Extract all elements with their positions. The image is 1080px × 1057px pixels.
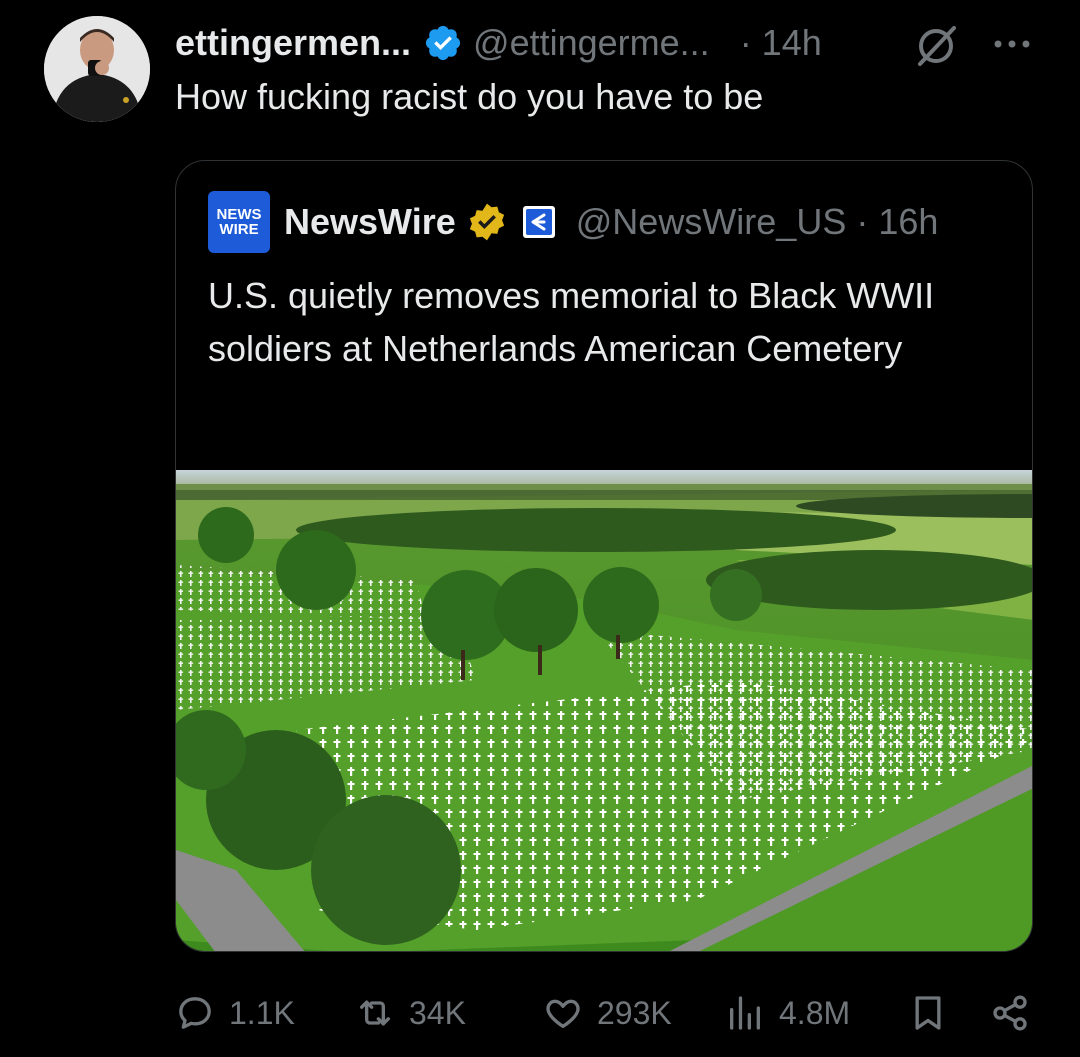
share-icon: [993, 995, 1027, 1031]
quoted-handle-time[interactable]: @NewsWire_US · 16h: [576, 201, 939, 243]
timestamp[interactable]: · 14h: [740, 22, 822, 64]
gold-badge-icon: [469, 203, 504, 241]
affiliate-badge-icon[interactable]: [522, 205, 556, 239]
grok-icon[interactable]: [912, 22, 960, 70]
tweet-header: ettingermen... @ettingerme... · 14h: [175, 20, 822, 66]
repost-icon: [360, 1000, 390, 1026]
action-bar: 1.1K 34K 293K 4.8M: [0, 985, 1080, 1045]
bookmark-button[interactable]: [908, 985, 962, 1041]
bookmark-icon: [915, 996, 941, 1030]
share-button[interactable]: [990, 985, 1044, 1041]
reply-icon: [179, 997, 211, 1029]
verified-badge-icon: [425, 25, 461, 61]
newswire-logo[interactable]: NEWS WIRE: [208, 191, 270, 253]
display-name[interactable]: ettingermen...: [175, 22, 411, 64]
views-count: 4.8M: [779, 994, 851, 1031]
reply-count: 1.1K: [229, 994, 295, 1031]
quoted-display-name[interactable]: NewsWire: [284, 201, 456, 243]
tweet-text: How fucking racist do you have to be: [175, 76, 764, 117]
cemetery-photo[interactable]: [176, 470, 1033, 952]
more-icon[interactable]: [990, 22, 1034, 66]
quoted-text: U.S. quietly removes memorial to Black W…: [208, 275, 935, 369]
like-count: 293K: [597, 994, 672, 1031]
views-icon: [730, 996, 760, 1030]
like-icon: [546, 999, 580, 1028]
like-button[interactable]: 293K: [543, 985, 672, 1041]
views-button[interactable]: 4.8M: [725, 985, 850, 1041]
quoted-tweet[interactable]: NEWS WIRE NewsWire @NewsWire_US · 16h U.…: [175, 160, 1033, 952]
handle[interactable]: @ettingerme...: [473, 22, 710, 64]
repost-button[interactable]: 34K: [355, 985, 466, 1041]
reply-button[interactable]: 1.1K: [175, 985, 295, 1041]
quoted-header: NEWS WIRE NewsWire @NewsWire_US · 16h: [208, 191, 939, 253]
repost-count: 34K: [409, 994, 466, 1031]
avatar[interactable]: [44, 16, 150, 122]
